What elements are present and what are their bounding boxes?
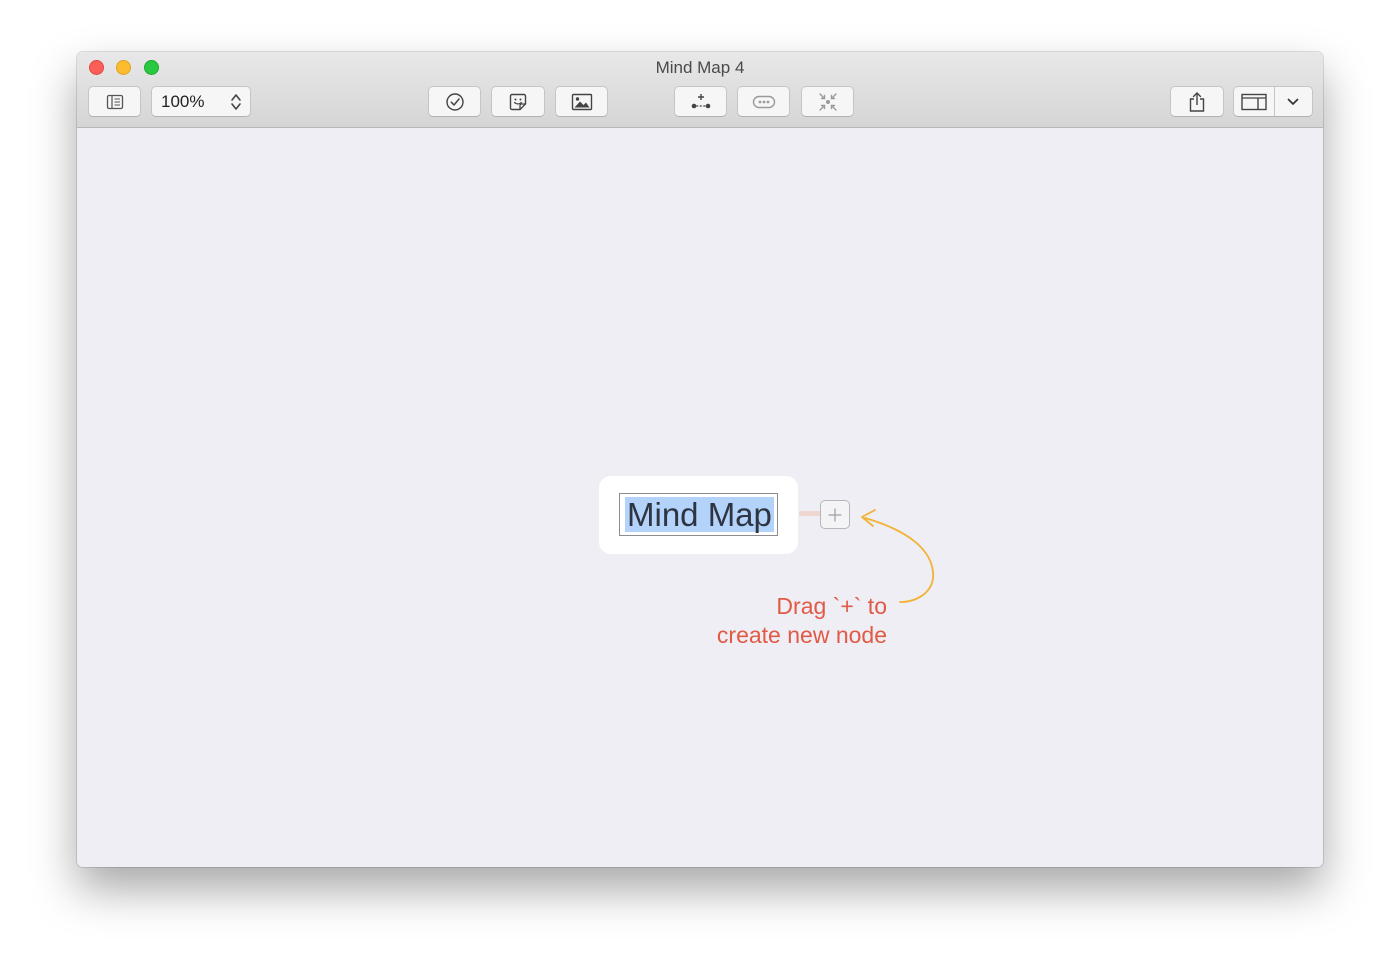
add-node-drag-handle[interactable] <box>820 500 850 529</box>
image-icon <box>571 93 592 110</box>
zoom-value: 100% <box>161 91 205 111</box>
checkmark-circle-icon <box>445 92 464 111</box>
add-image-button[interactable] <box>555 86 608 117</box>
annotation-arrow <box>861 509 934 603</box>
collapse-icon <box>818 92 837 111</box>
add-callout-button[interactable] <box>737 86 790 117</box>
callout-icon <box>752 95 775 108</box>
add-child-node-button[interactable] <box>674 86 727 117</box>
inspector-split-button[interactable] <box>1233 86 1313 117</box>
inspector-dropdown[interactable] <box>1274 98 1312 106</box>
annotation-line-1: Drag `+` to <box>776 593 887 619</box>
node-connector <box>799 511 821 516</box>
drag-hint-annotation: Drag `+` to create new node <box>637 592 887 650</box>
annotation-line-2: create new node <box>716 622 887 648</box>
collapse-button[interactable] <box>801 86 854 117</box>
share-button[interactable] <box>1170 86 1224 117</box>
chevron-down-icon <box>1287 98 1299 105</box>
zoom-stepper[interactable]: 100% <box>151 86 251 117</box>
add-child-node-icon <box>691 93 710 108</box>
mind-map-canvas[interactable]: Mind Map Drag `+` to create new node <box>77 128 1323 867</box>
plus-icon <box>828 508 842 521</box>
split-divider <box>1274 87 1275 116</box>
sidebar-toggle-button[interactable] <box>88 86 141 117</box>
root-node-text[interactable]: Mind Map <box>625 497 774 532</box>
inspector-panel-icon <box>1241 93 1267 110</box>
sticker-icon <box>509 93 527 110</box>
sidebar-icon <box>106 94 123 109</box>
add-task-button[interactable] <box>428 86 481 117</box>
node-text-editor[interactable]: Mind Map <box>619 493 778 536</box>
stepper-arrows-icon[interactable] <box>230 92 242 112</box>
app-window: Mind Map 4 100% Mind Map Drag `+` to cre… <box>77 52 1323 867</box>
inspector-toggle[interactable] <box>1234 93 1274 111</box>
titlebar[interactable]: Mind Map 4 100% <box>77 52 1323 128</box>
root-node[interactable]: Mind Map <box>599 476 798 554</box>
share-icon <box>1189 91 1205 112</box>
add-sticker-button[interactable] <box>491 86 545 117</box>
window-title: Mind Map 4 <box>655 58 745 77</box>
